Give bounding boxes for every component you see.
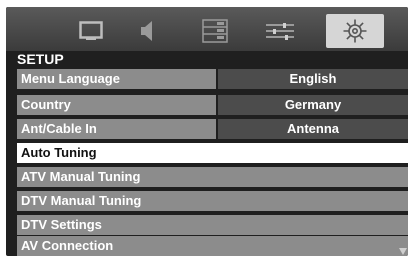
scroll-down-arrow-icon[interactable] [398, 246, 408, 256]
menu-row-av-connection[interactable]: AV Connection [17, 236, 408, 256]
menu-row-menu-language[interactable]: Menu Language English [17, 69, 408, 89]
preferences-icon [266, 23, 294, 40]
menu-language-label: Menu Language [17, 69, 216, 89]
tab-sound[interactable] [118, 14, 176, 48]
tab-setup[interactable] [326, 14, 384, 48]
menu-row-dtv-manual-tuning[interactable]: DTV Manual Tuning [17, 191, 408, 211]
auto-tuning-label: Auto Tuning [17, 143, 408, 163]
sound-icon [141, 21, 152, 41]
section-title: SETUP [17, 51, 64, 67]
country-label: Country [17, 95, 216, 115]
gear-icon [343, 19, 367, 43]
av-connection-label: AV Connection [17, 236, 408, 256]
ant-cable-label: Ant/Cable In [17, 119, 216, 139]
menu-row-dtv-settings[interactable]: DTV Settings [17, 215, 408, 235]
features-icon [202, 19, 228, 43]
atv-manual-tuning-label: ATV Manual Tuning [17, 167, 408, 187]
tab-preferences[interactable] [251, 14, 309, 48]
menu-tab-bar [6, 7, 408, 51]
menu-row-country[interactable]: Country Germany [17, 95, 408, 115]
menu-language-value[interactable]: English [218, 69, 408, 89]
country-value[interactable]: Germany [218, 95, 408, 115]
menu-row-atv-manual-tuning[interactable]: ATV Manual Tuning [17, 167, 408, 187]
ant-cable-value[interactable]: Antenna [218, 119, 408, 139]
picture-icon [79, 21, 103, 40]
menu-row-auto-tuning[interactable]: Auto Tuning [17, 143, 408, 163]
menu-row-ant-cable[interactable]: Ant/Cable In Antenna [17, 119, 408, 139]
tv-settings-menu: SETUP Menu Language English Country Germ… [6, 7, 408, 256]
dtv-settings-label: DTV Settings [17, 215, 408, 235]
tab-picture[interactable] [62, 14, 120, 48]
dtv-manual-tuning-label: DTV Manual Tuning [17, 191, 408, 211]
tab-features[interactable] [186, 14, 244, 48]
